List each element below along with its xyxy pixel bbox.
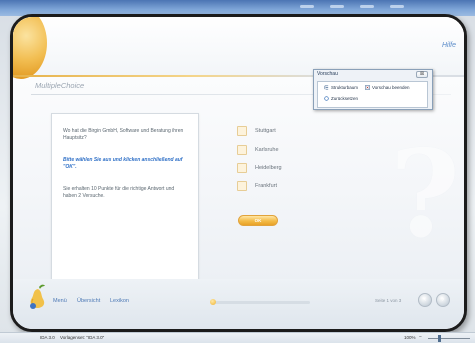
instruction-text: Bitte wählen Sie aus und klicken anschli… — [63, 157, 183, 170]
version-text: IDA 3.0 — [40, 335, 55, 340]
preview-dialog-title: Vorschau — [317, 71, 338, 77]
page-counter: Seite 1 von 3 — [375, 298, 402, 303]
pear-logo-icon — [30, 284, 45, 309]
ok-button[interactable]: OK — [238, 215, 278, 226]
answer-checkbox[interactable] — [237, 145, 247, 155]
end-preview-button[interactable]: Vorschau beenden — [365, 85, 410, 90]
status-bar: IDA 3.0 Vorlagenset: "IDA 3.0" 100% − — [0, 332, 475, 343]
titlebar-decoration — [390, 5, 404, 8]
window-close-icon — [365, 85, 370, 90]
reset-label: Zurücksetzen — [331, 96, 359, 101]
answer-checkbox[interactable] — [237, 181, 247, 191]
application-window: Hilfe MultipleChoice Wo hat die Birgin G… — [0, 0, 475, 343]
answer-label: Heidelberg — [255, 165, 282, 171]
menu-link[interactable]: Menü — [53, 298, 67, 304]
answer-option-heidelberg[interactable]: Heidelberg — [237, 162, 282, 174]
titlebar-decoration — [330, 5, 344, 8]
preview-dialog: Vorschau ⊠ Strukturbaum Vorschau beenden… — [313, 69, 433, 110]
question-text: Wo hat die Birgin GmbH, Software und Ber… — [63, 128, 184, 141]
zoom-slider[interactable] — [428, 335, 470, 342]
answer-checkbox[interactable] — [237, 163, 247, 173]
scoring-info-text: Sie erhalten 10 Punkte für die richtige … — [63, 186, 175, 199]
answer-option-frankfurt[interactable]: Frankfurt — [237, 180, 277, 192]
learning-module-frame: Hilfe MultipleChoice Wo hat die Birgin G… — [10, 14, 467, 332]
progress-knob[interactable] — [210, 299, 216, 305]
logo-swirl-icon — [13, 17, 47, 79]
question-mark-watermark-icon: ? — [389, 124, 460, 265]
module-header: Hilfe — [13, 17, 464, 79]
structure-tree-label: Strukturbaum — [331, 85, 359, 90]
answer-checkbox[interactable] — [237, 126, 247, 136]
answer-option-karlsruhe[interactable]: Karlsruhe — [237, 144, 279, 156]
zoom-out-icon[interactable]: − — [419, 334, 422, 340]
structure-tree-button[interactable]: Strukturbaum — [324, 85, 358, 90]
section-title: MultipleChoice — [35, 81, 85, 90]
answer-label: Frankfurt — [255, 183, 278, 189]
overview-link[interactable]: Übersicht — [77, 298, 100, 304]
lexicon-link[interactable]: Lexikon — [110, 298, 129, 304]
end-preview-label: Vorschau beenden — [372, 85, 410, 90]
help-link[interactable]: Hilfe — [442, 42, 456, 49]
answer-option-stuttgart[interactable]: Stuttgart — [237, 125, 276, 137]
tree-icon — [324, 85, 329, 90]
footer-bar — [13, 279, 464, 329]
titlebar-decoration — [300, 5, 314, 8]
zoom-level: 100% — [404, 335, 416, 340]
progress-slider[interactable] — [210, 299, 310, 305]
next-page-button[interactable]: › — [436, 293, 450, 307]
reset-button[interactable]: Zurücksetzen — [324, 96, 358, 101]
reset-icon — [324, 96, 329, 101]
arrow-left-icon: ‹ — [423, 296, 427, 303]
previous-page-button[interactable]: ‹ — [418, 293, 432, 307]
preview-dialog-body: Strukturbaum Vorschau beenden Zurücksetz… — [317, 81, 428, 108]
titlebar-decoration — [360, 5, 374, 8]
arrow-right-icon: › — [441, 296, 445, 303]
dialog-close-button[interactable]: ⊠ — [416, 71, 428, 78]
template-set-text: Vorlagenset: "IDA 3.0" — [60, 335, 105, 340]
question-card: Wo hat die Birgin GmbH, Software und Ber… — [51, 113, 199, 281]
answer-label: Stuttgart — [255, 128, 276, 134]
zoom-slider-thumb[interactable] — [438, 335, 441, 342]
answer-label: Karlsruhe — [255, 147, 279, 153]
